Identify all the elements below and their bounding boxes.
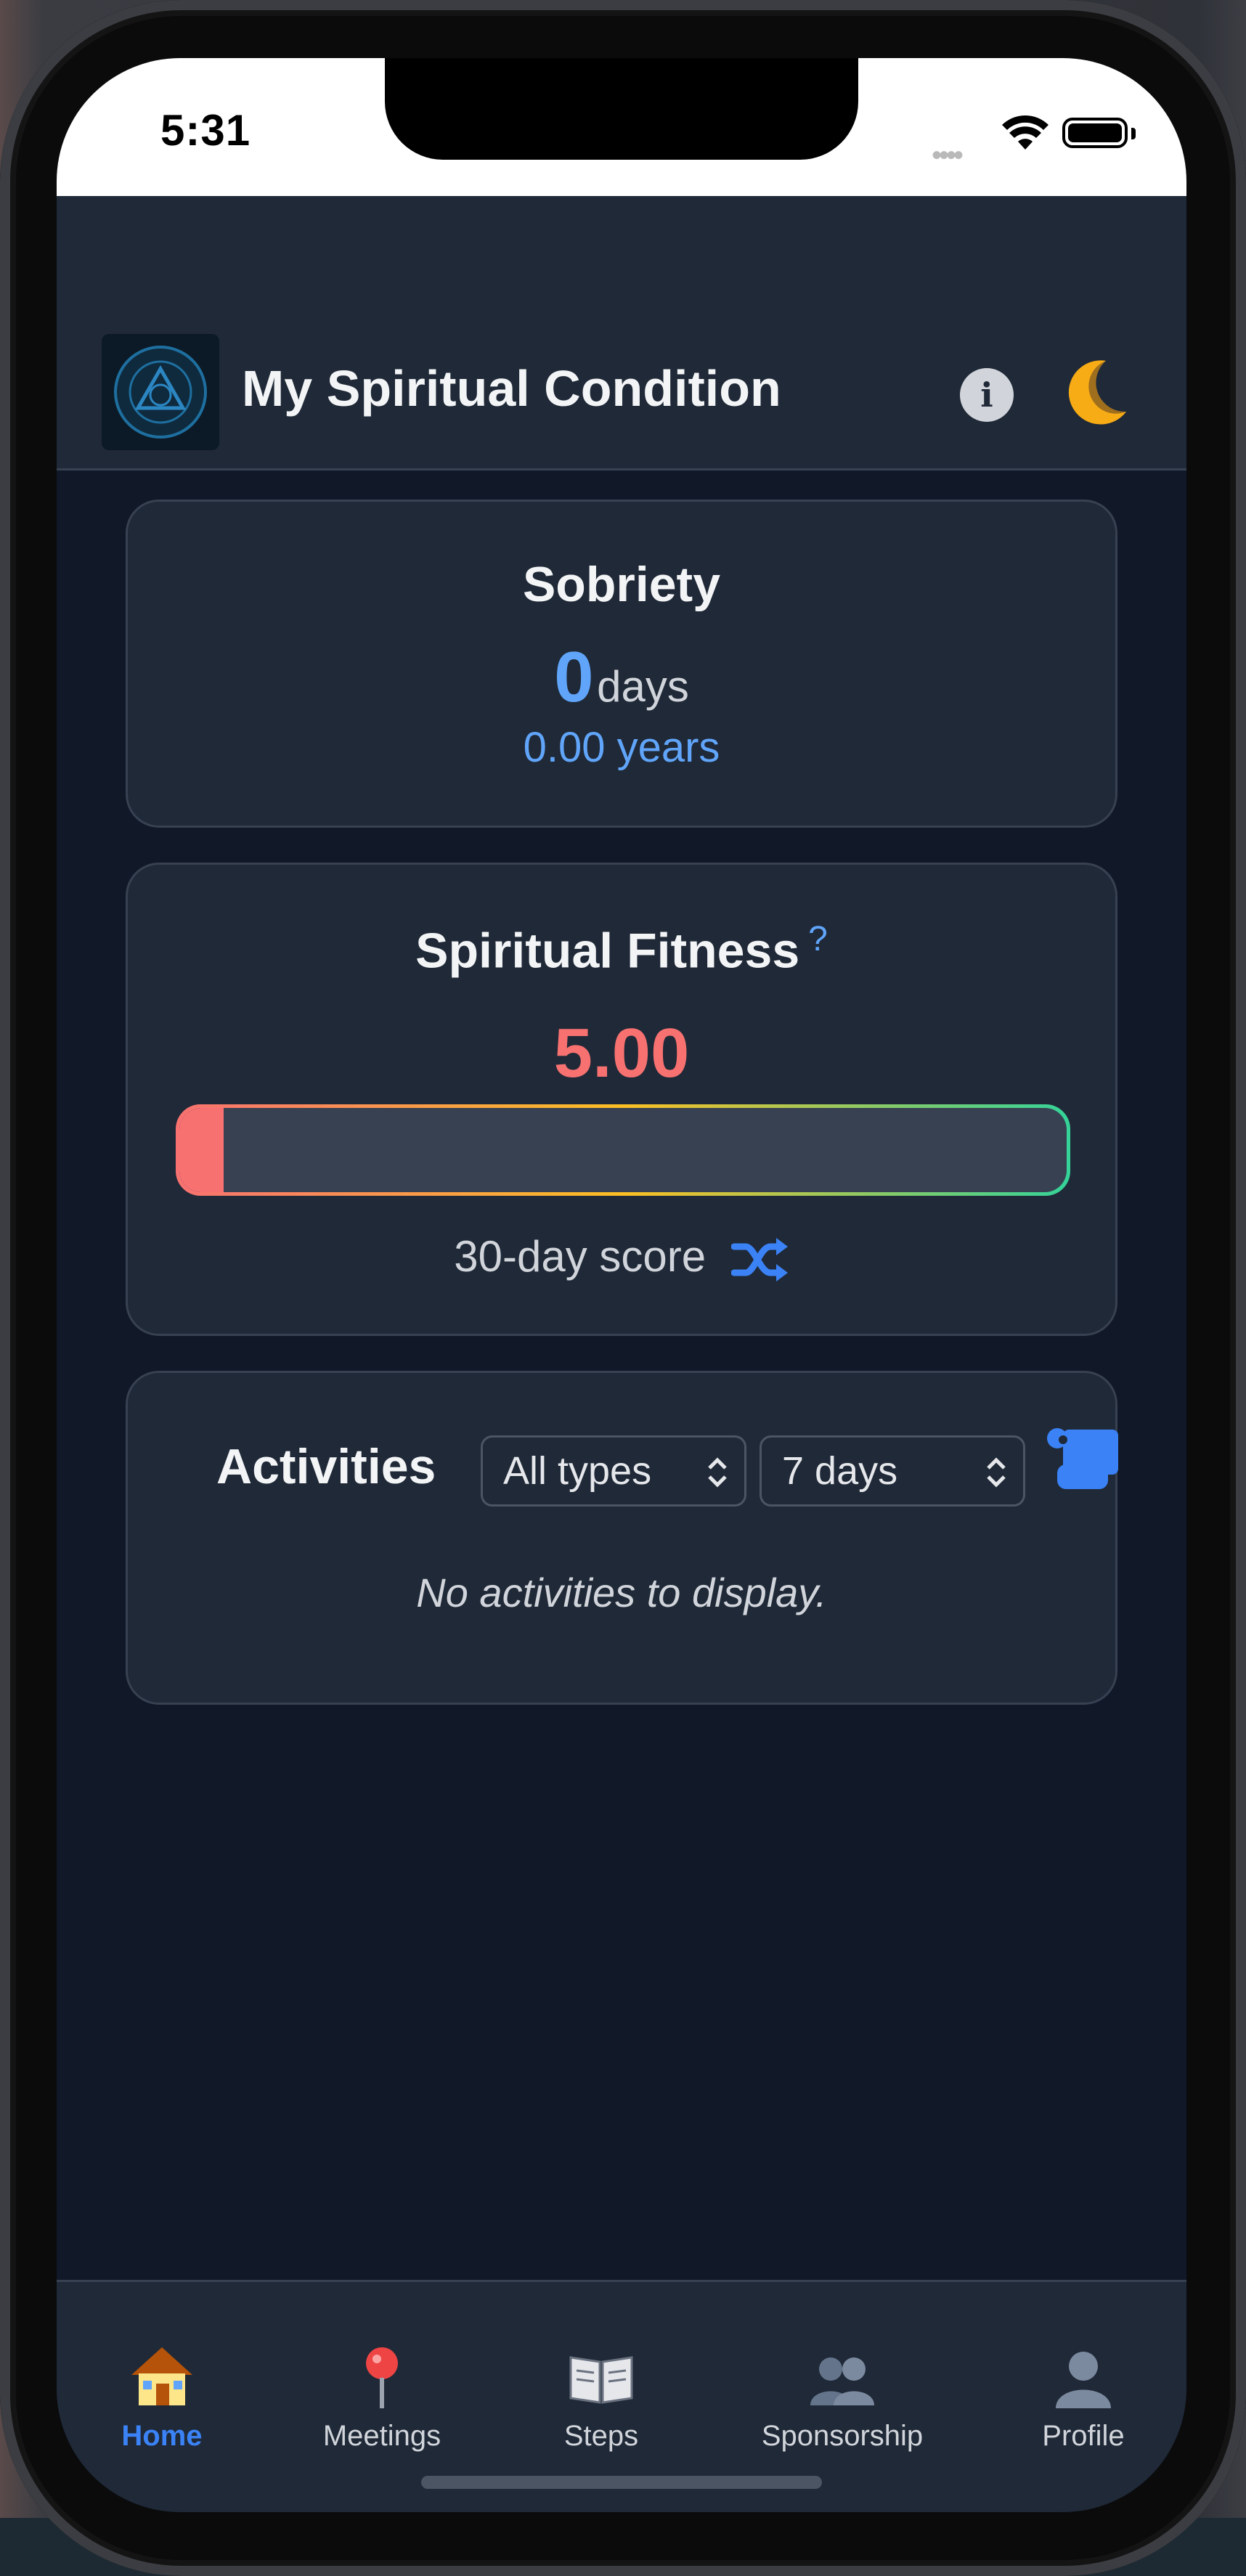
phone-screen: 5:31 •••• My Spiritual Condition i Sobri… xyxy=(57,58,1186,2512)
activity-type-value: All types xyxy=(503,1449,652,1493)
fitness-score: 5.00 xyxy=(553,1014,690,1092)
tab-meetings-label: Meetings xyxy=(322,2420,441,2452)
scroll-icon[interactable] xyxy=(1041,1424,1123,1493)
sobriety-years: 0.00 years xyxy=(523,724,720,771)
person-icon xyxy=(1056,2352,1111,2408)
sobriety-days-count: 0 xyxy=(554,637,594,717)
battery-tip xyxy=(1131,128,1136,139)
tab-steps-label: Steps xyxy=(563,2420,639,2452)
tab-home-label: Home xyxy=(121,2420,203,2452)
activity-range-value: 7 days xyxy=(782,1449,898,1493)
activities-empty-message: No activities to display. xyxy=(416,1570,827,1615)
chevron-updown-icon xyxy=(987,1457,1006,1488)
app-logo-icon xyxy=(102,334,219,450)
phone-frame: 5:31 •••• My Spiritual Condition i Sobri… xyxy=(0,0,1246,2576)
app-header: My Spiritual Condition i xyxy=(57,196,1186,470)
page-title: My Spiritual Condition xyxy=(242,360,781,417)
tab-meetings[interactable]: Meetings xyxy=(273,2340,491,2453)
fitness-title-row: Spiritual Fitness? xyxy=(128,919,1115,979)
activity-range-select[interactable]: 7 days xyxy=(760,1435,1025,1507)
fitness-label: 30-day score xyxy=(454,1232,707,1281)
info-icon[interactable]: i xyxy=(960,368,1014,422)
battery-icon xyxy=(1062,118,1128,148)
book-icon xyxy=(569,2356,633,2404)
tab-profile-label: Profile xyxy=(1042,2420,1125,2452)
sobriety-days-unit: days xyxy=(597,662,689,711)
activity-type-select[interactable]: All types xyxy=(481,1435,746,1507)
tab-steps[interactable]: Steps xyxy=(492,2340,710,2453)
fitness-progress-bar xyxy=(176,1104,1070,1196)
home-indicator[interactable] xyxy=(421,2476,822,2489)
notch xyxy=(385,58,858,160)
status-time: 5:31 xyxy=(160,106,251,155)
chevron-updown-icon xyxy=(708,1457,727,1488)
tab-profile[interactable]: Profile xyxy=(974,2340,1186,2453)
house-icon xyxy=(131,2347,192,2405)
wifi-icon xyxy=(1002,115,1048,150)
activities-card: Activities All types 7 days No activitie… xyxy=(126,1371,1118,1705)
spiritual-fitness-card: Spiritual Fitness? 5.00 30-day score xyxy=(126,863,1117,1336)
people-icon xyxy=(810,2357,874,2405)
cellular-signal-icon: •••• xyxy=(932,139,964,171)
status-bar: 5:31 •••• xyxy=(57,58,1186,196)
fitness-label-row: 30-day score xyxy=(128,1231,1115,1283)
sobriety-card: Sobriety 0 days 0.00 years xyxy=(126,500,1117,828)
tab-sponsorship-label: Sponsorship xyxy=(761,2420,924,2452)
fitness-title: Spiritual Fitness xyxy=(415,923,800,979)
sobriety-days: 0 days xyxy=(128,636,1115,718)
fitness-help-button[interactable]: ? xyxy=(808,920,828,958)
sobriety-title: Sobriety xyxy=(522,557,721,612)
fitness-progress-track xyxy=(179,1108,1067,1192)
pin-icon xyxy=(366,2347,398,2408)
tab-sponsorship[interactable]: Sponsorship xyxy=(733,2340,951,2453)
moon-icon[interactable] xyxy=(1055,352,1135,432)
tab-home[interactable]: Home xyxy=(57,2340,271,2453)
fitness-progress-fill xyxy=(179,1108,224,1192)
activities-title: Activities xyxy=(216,1439,436,1494)
shuffle-icon[interactable] xyxy=(730,1236,789,1283)
